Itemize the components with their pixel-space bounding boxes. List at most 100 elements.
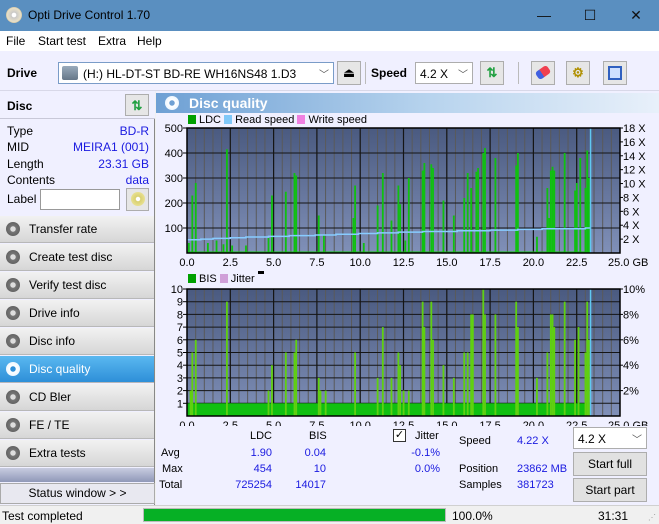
- nav-disc-info[interactable]: Disc info: [0, 328, 154, 355]
- gears-icon: ⚙: [572, 65, 584, 80]
- minimize-button[interactable]: —: [521, 0, 567, 31]
- bis-bar: [295, 339, 298, 416]
- eraser-icon: [534, 64, 552, 81]
- fe-te-icon: [6, 418, 20, 432]
- speed-select[interactable]: 4.2 X ﹀: [415, 62, 473, 84]
- floppy-disk-icon: [608, 66, 622, 80]
- ldc-bar: [553, 170, 556, 253]
- nav-cd-bler[interactable]: CD Bler: [0, 384, 154, 411]
- menu-file[interactable]: File: [6, 34, 25, 48]
- nav-extra-tests[interactable]: Extra tests: [0, 440, 154, 467]
- ldc-bar: [245, 245, 247, 253]
- nav-disc-quality[interactable]: Disc quality: [0, 356, 154, 383]
- nav-verify-test-disc[interactable]: Verify test disc: [0, 272, 154, 299]
- speed-readout-value: 4.22 X: [517, 435, 549, 447]
- ldc-bar: [477, 168, 479, 253]
- drive-icon: [62, 66, 78, 80]
- menu-start-test[interactable]: Start test: [38, 34, 86, 48]
- ldc-bar: [381, 173, 384, 253]
- save-button[interactable]: [603, 61, 627, 85]
- disc-type-key: Type: [7, 124, 34, 138]
- x-tick-label: 22.5: [566, 420, 587, 426]
- bis-bar: [482, 289, 485, 416]
- x-tick-label: 20.0: [523, 257, 544, 269]
- bis-bar: [390, 377, 393, 416]
- ldc-bar: [362, 243, 365, 253]
- nav-transfer-rate[interactable]: Transfer rate: [0, 216, 154, 243]
- bis-bar: [324, 390, 327, 416]
- start-full-button[interactable]: Start full: [573, 452, 647, 476]
- drive-info-icon: [6, 306, 20, 320]
- ldc-bar: [430, 164, 433, 253]
- app-disc-icon: [6, 7, 22, 23]
- bis-bar: [551, 314, 554, 416]
- disc-label-key: Label: [7, 192, 37, 206]
- stats-col-bis: BIS: [309, 430, 327, 442]
- x-tick-label: 5.0: [266, 420, 281, 426]
- bis-bar: [470, 314, 473, 416]
- ldc-bar: [215, 240, 218, 253]
- progress-fill: [144, 509, 445, 521]
- bis-bar: [421, 301, 424, 416]
- position-label: Position: [459, 463, 499, 475]
- bis-bar: [471, 314, 474, 416]
- ldc-bar: [432, 168, 434, 253]
- test-speed-select[interactable]: 4.2 X ﹀: [573, 427, 647, 449]
- maximize-button[interactable]: ☐: [567, 0, 613, 31]
- x-tick-label: 25.0 GB: [608, 257, 648, 269]
- nav-create-test-disc[interactable]: Create test disc: [0, 244, 154, 271]
- x-tick-label: 20.0: [523, 420, 544, 426]
- chevron-down-icon: ﹀: [319, 70, 329, 81]
- ldc-bar: [484, 148, 486, 253]
- erase-button[interactable]: [531, 61, 555, 85]
- x-tick-label: 25.0 GB: [608, 420, 648, 426]
- disc-mid-row: MID MEIRA1 (001): [7, 140, 149, 156]
- transfer-rate-icon: [6, 222, 20, 236]
- bis-bar: [381, 327, 384, 416]
- disc-label-button[interactable]: [126, 188, 149, 211]
- settings-button[interactable]: ⚙: [566, 61, 590, 85]
- close-button[interactable]: ✕: [613, 0, 659, 31]
- jitter-checkbox[interactable]: ✓: [393, 429, 406, 442]
- nav-fe-te[interactable]: FE / TE: [0, 412, 154, 439]
- y-tick-label-left: 7: [177, 322, 183, 334]
- status-bar: Test completed 100.0% 31:31 ⋰: [0, 505, 659, 524]
- left-panel: Disc ⇅ Type BD-R MID MEIRA1 (001) Length…: [0, 91, 155, 505]
- ldc-bar: [551, 166, 554, 253]
- refresh-arrows-icon: ⇅: [486, 65, 498, 80]
- create-disc-icon: [6, 250, 20, 264]
- bis-bar: [466, 352, 469, 416]
- ldc-bar: [267, 238, 270, 253]
- menu-extra[interactable]: Extra: [98, 34, 126, 48]
- disc-info-icon: [6, 334, 20, 348]
- bis-bar: [574, 339, 576, 416]
- disc-refresh-button[interactable]: ⇅: [125, 94, 149, 116]
- toolbar: Drive (H:) HL-DT-ST BD-RE WH16NS48 1.D3 …: [0, 51, 659, 91]
- position-value: 23862 MB: [517, 463, 568, 475]
- disc-label-input[interactable]: [40, 189, 120, 210]
- resize-grip-icon[interactable]: ⋰: [648, 513, 656, 522]
- ldc-bar: [586, 150, 589, 253]
- y-tick-label-right: 6%: [623, 335, 639, 347]
- eject-button[interactable]: ⏏: [337, 61, 361, 85]
- ldc-bar: [588, 178, 590, 253]
- ldc-bar: [407, 178, 410, 253]
- bis-bar: [517, 327, 519, 416]
- drive-select[interactable]: (H:) HL-DT-ST BD-RE WH16NS48 1.D3 ﹀: [58, 62, 334, 84]
- disc-type-row: Type BD-R: [7, 124, 149, 140]
- nav-drive-info[interactable]: Drive info: [0, 300, 154, 327]
- bis-bar: [354, 352, 357, 416]
- refresh-button[interactable]: ⇅: [480, 61, 504, 85]
- x-tick-label: 17.5: [479, 420, 500, 426]
- cd-bler-icon: [6, 390, 20, 404]
- title-bar: Opti Drive Control 1.70 — ☐ ✕: [0, 0, 659, 31]
- y-tick-label-left: 200: [165, 198, 183, 210]
- ldc-bar: [376, 205, 379, 253]
- status-window-button[interactable]: Status window > >: [0, 483, 155, 504]
- bis-bar: [397, 352, 400, 416]
- bis-bar: [293, 352, 296, 416]
- menu-help[interactable]: Help: [137, 34, 162, 48]
- start-part-button[interactable]: Start part: [573, 478, 647, 502]
- bis-bar: [271, 365, 273, 416]
- bis-bar: [317, 377, 320, 416]
